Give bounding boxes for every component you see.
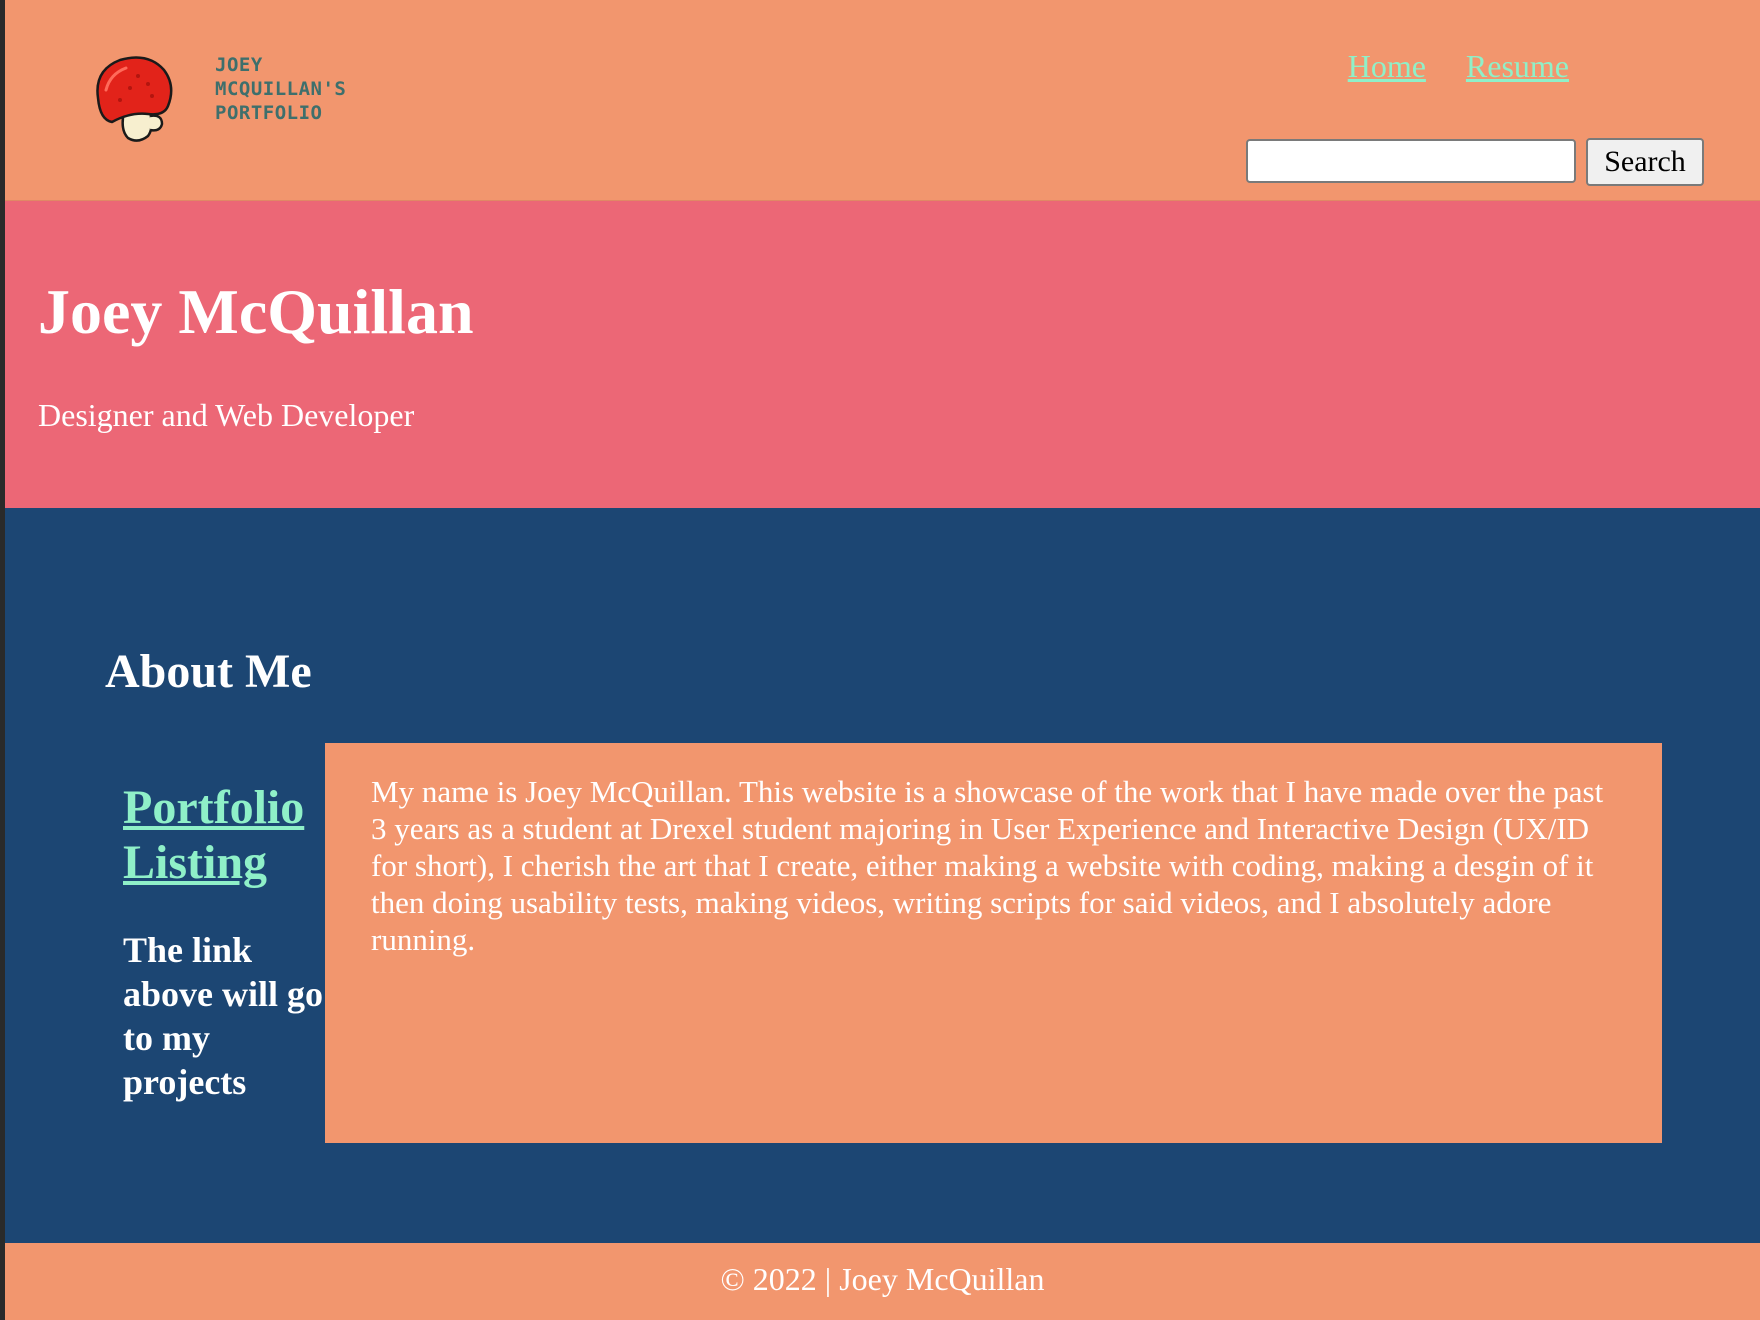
footer-copyright: © 2022 | Joey McQuillan: [720, 1261, 1045, 1297]
main-nav: Home Resume: [1348, 48, 1569, 85]
logo-line: Joey: [215, 54, 263, 76]
sidebar: Portfolio Listing The link above will go…: [123, 780, 323, 1104]
nav-link-resume[interactable]: Resume: [1466, 48, 1569, 85]
sidebar-note: The link above will go to my projects: [123, 930, 324, 1102]
mushroom-icon[interactable]: [90, 50, 180, 145]
logo-line: Portfolio: [215, 102, 323, 124]
nav-link-home[interactable]: Home: [1348, 48, 1426, 85]
page-subtitle: Designer and Web Developer: [38, 397, 415, 433]
about-heading: About Me: [105, 645, 312, 698]
site-footer: © 2022 | Joey McQuillan: [5, 1243, 1760, 1320]
logo-text[interactable]: Joey McQuillan's Portfolio: [215, 53, 346, 125]
page-title: Joey McQuillan: [38, 276, 474, 347]
about-box: My name is Joey McQuillan. This website …: [325, 743, 1662, 1143]
search-input[interactable]: [1246, 139, 1576, 183]
logo-line: McQuillan's: [215, 78, 347, 100]
about-text: My name is Joey McQuillan. This website …: [371, 774, 1604, 957]
search-form: Search: [1246, 138, 1704, 186]
search-button[interactable]: Search: [1586, 138, 1704, 186]
portfolio-listing-link[interactable]: Portfolio Listing: [123, 780, 323, 890]
hero-banner: [5, 201, 1760, 508]
